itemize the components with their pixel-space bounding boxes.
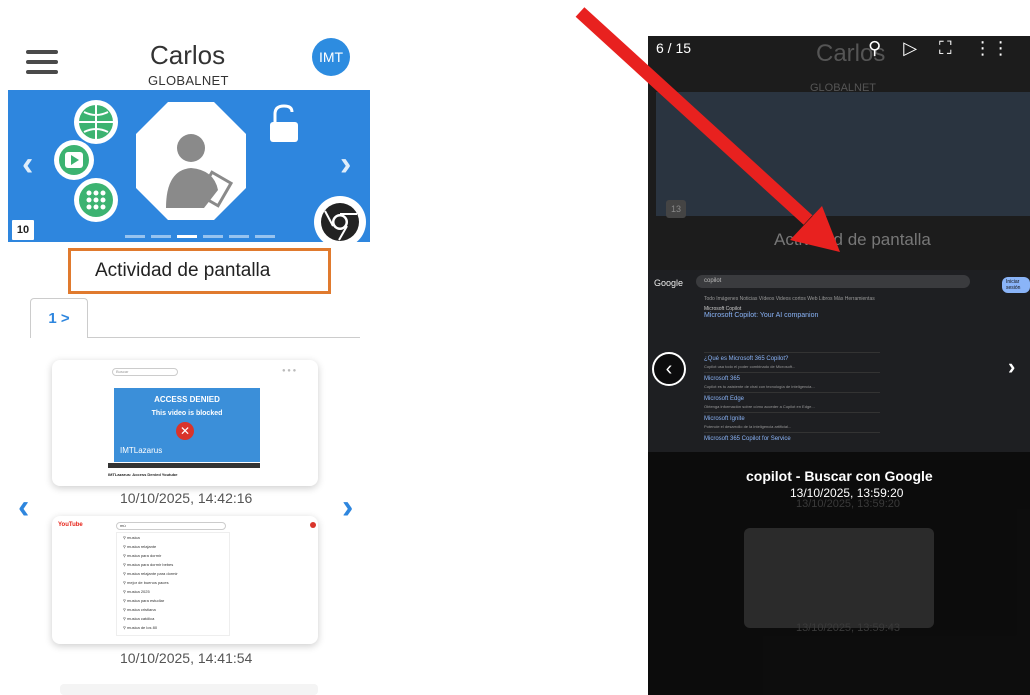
left-phone-screen: Carlos GLOBALNET IMT ‹ › 10 Actividad de… — [0, 0, 380, 695]
suggestion-item: ⚲ musica cristiana — [123, 607, 156, 612]
avatar — [310, 522, 316, 528]
suggestion-item: ⚲ musica católica — [123, 616, 155, 621]
search-result-title: Microsoft 365 Copilot for Service — [704, 436, 791, 442]
viewer-caption-date: 13/10/2025, 13:59:20 — [790, 486, 904, 500]
more-icon: ● ● ● — [282, 368, 297, 374]
blocked-label: This video is blocked — [151, 410, 223, 417]
video-caption: IMTLazarus: Access Denied Youtube — [108, 472, 178, 477]
search-input: Buscar — [112, 368, 178, 376]
day-badge: 10 — [10, 218, 36, 242]
play-icon[interactable]: ▷ — [903, 38, 917, 59]
suggestion-item: ⚲ musica para dormir bebes — [123, 562, 174, 567]
youtube-logo: YouTube — [58, 522, 83, 528]
suggestion-item: ⚲ mejor de buenos paces — [123, 580, 169, 585]
user-company: GLOBALNET — [148, 73, 229, 88]
search-result: Microsoft Edge Obtenga información sobre … — [704, 392, 880, 410]
search-result-snippet: Copilot es tu asistente de chat con tecn… — [704, 384, 815, 389]
search-result-title: ¿Qué es Microsoft 365 Copilot? — [704, 356, 789, 362]
viewer-caption-title: copilot - Buscar con Google — [746, 468, 933, 484]
thumbnail-timestamp: 10/10/2025, 14:41:54 — [120, 650, 253, 666]
result-title: Microsoft Copilot: Your AI companion — [704, 312, 819, 319]
activity-thumbnail[interactable]: YouTube mú ⚲ musica ⚲ musica relajante ⚲ m… — [52, 516, 318, 644]
carousel-indicator — [125, 235, 275, 238]
search-result: Microsoft 365 Copilot es tu asistente de … — [704, 372, 880, 390]
suggestion-item: ⚲ musica — [123, 535, 140, 540]
chrome-icon — [314, 196, 366, 248]
suggestion-item: ⚲ musica relajante — [123, 544, 157, 549]
search-result-title: Microsoft Ignite — [704, 416, 745, 422]
image-counter: 6 / 15 — [656, 40, 692, 56]
activity-thumbnail[interactable]: Buscar ● ● ● ACCESS DENIED This video is… — [52, 360, 318, 486]
section-title: Actividad de pantalla — [95, 260, 271, 281]
viewer-prev-icon[interactable]: ‹ — [652, 352, 686, 386]
viewer-image: Google copilot Iniciar sesión Todo Imáge… — [648, 270, 1030, 452]
search-result: ¿Qué es Microsoft 365 Copilot? Copilot us… — [704, 352, 880, 370]
thumbnail-timestamp: 10/10/2025, 14:42:16 — [120, 490, 253, 506]
next-arrow-icon[interactable]: › — [342, 488, 353, 527]
video-blocked-frame: ACCESS DENIED This video is blocked ✕ IM… — [114, 388, 260, 462]
search-result-title: Microsoft 365 — [704, 376, 741, 382]
suggestion-item: ⚲ musica para dormir — [123, 553, 162, 558]
avatar[interactable]: IMT — [312, 38, 350, 76]
search-icon[interactable]: ⚲ — [868, 38, 881, 59]
grid-icon[interactable]: ⋮⋮ — [974, 38, 1010, 59]
close-icon: ✕ — [176, 422, 194, 440]
player-controls — [108, 463, 260, 468]
search-result-snippet: Potencie el desarrollo de la inteligenci… — [704, 424, 792, 429]
search-input: mú — [116, 522, 226, 530]
suggestion-item: ⚲ musica de los 80 — [123, 625, 158, 630]
search-suggestions: ⚲ musica ⚲ musica relajante ⚲ musica para … — [116, 532, 230, 636]
menu-icon[interactable] — [26, 50, 58, 74]
search-result-snippet: Copilot usa todo el poder combinado de M… — [704, 364, 796, 369]
section-title: Actividad de pantalla — [774, 230, 931, 249]
viewer-next-icon[interactable]: › — [1008, 354, 1015, 380]
activity-thumbnail[interactable] — [60, 684, 318, 695]
user-name: Carlos — [150, 40, 226, 70]
search-result: Microsoft 365 Copilot for Service — [704, 432, 880, 450]
search-result-snippet: Obtenga información sobre cómo acceder a… — [704, 404, 815, 409]
search-result-title: Microsoft Edge — [704, 396, 745, 402]
search-result: Microsoft Ignite Potencie el desarrollo d… — [704, 412, 880, 430]
google-logo: Google — [654, 278, 684, 288]
fullscreen-icon[interactable]: ⛶ — [939, 38, 952, 59]
activity-thumbnail — [744, 528, 934, 628]
viewer-toolbar: ⚲ ▷ ⛶ ⋮⋮ ✕ — [868, 38, 1030, 59]
search-input: copilot — [696, 275, 970, 288]
suggestion-item: ⚲ musica 2025 — [123, 589, 150, 594]
sign-in-button: Iniciar sesión — [1002, 277, 1030, 293]
prev-arrow-icon[interactable]: ‹ — [18, 488, 29, 527]
thumbnail-timestamp: 13/10/2025, 13:59:43 — [796, 622, 900, 634]
access-denied-label: ACCESS DENIED — [154, 395, 220, 404]
right-phone-screen: Carlos GLOBALNET 13 Actividad de pantall… — [648, 36, 1030, 695]
tab-page-1[interactable]: 1 > — [30, 298, 88, 338]
brand-label: IMTLazarus — [120, 446, 163, 455]
suggestion-item: ⚲ musica relajante para dormir — [123, 571, 178, 576]
suggestion-item: ⚲ musica para estudiar — [123, 598, 165, 603]
divider — [88, 337, 360, 338]
search-filters: Todo Imágenes Noticias Vídeos Videos cor… — [704, 296, 875, 302]
activity-carousel: 13 — [656, 92, 1030, 218]
day-badge: 13 — [666, 200, 686, 218]
